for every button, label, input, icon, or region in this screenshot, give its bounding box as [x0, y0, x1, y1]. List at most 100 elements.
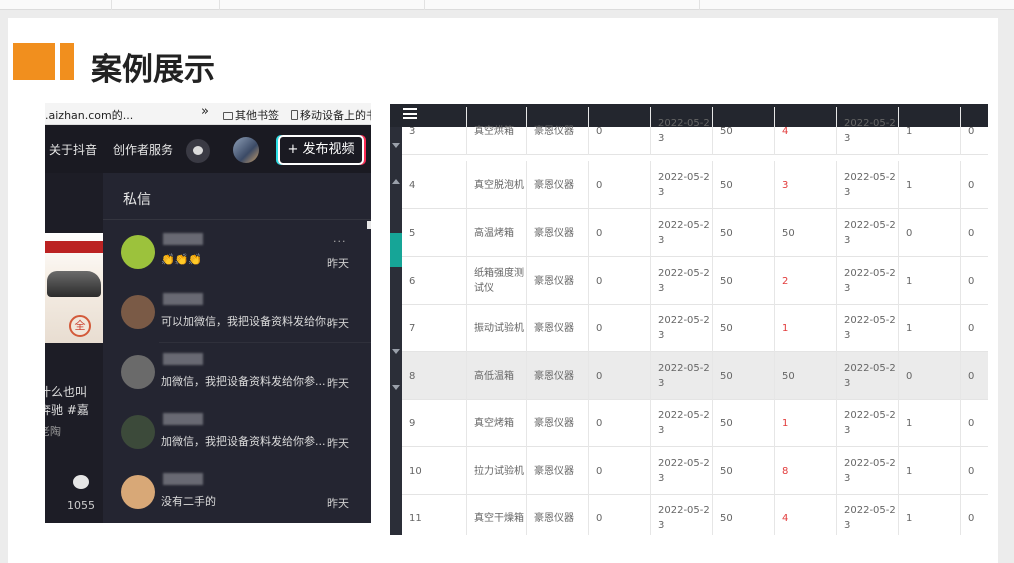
table-cell-date2: 2022-05-23: [837, 447, 899, 495]
comment-icon[interactable]: [73, 475, 89, 489]
chevron-down-icon[interactable]: [392, 143, 400, 148]
cell-text: 50: [720, 322, 733, 334]
cell-text: 2022-05-23: [658, 118, 710, 144]
cell-text: 1: [906, 322, 913, 334]
table-cell-c5: 0: [961, 447, 988, 495]
table-cell-c3: 4: [775, 494, 837, 535]
coin-badge: 全: [69, 315, 91, 337]
table-cell-c4: 1: [899, 161, 961, 209]
table-row[interactable]: 7 振动试验机 豪恩仪器 0 2022-05-23 50 1 2022-05-23 1 0: [402, 304, 988, 352]
table-cell-id: 7: [402, 304, 467, 352]
cell-text: 0: [596, 179, 603, 191]
bookmark-mobile[interactable]: 移动设备上的书: [291, 107, 371, 123]
table-cell-date: 2022-05-23: [651, 161, 713, 209]
bookmark-other[interactable]: 其他书签: [223, 107, 279, 123]
table-cell-c3: 1: [775, 399, 837, 447]
cell-text: 0: [968, 370, 975, 382]
video-preview[interactable]: 全 什么也叫 奔驰 #嘉 老陶 1055: [45, 173, 103, 523]
table-row[interactable]: 3 真空烘箱 豪恩仪器 0 2022-05-23 50 4 2022-05-23 1 0: [402, 107, 988, 155]
chevron-right-icon[interactable]: »: [201, 104, 209, 119]
cell-text: 2022-05-23: [844, 363, 896, 389]
table-row[interactable]: 4 真空脱泡机 豪恩仪器 0 2022-05-23 50 3 2022-05-23 1 0: [402, 161, 988, 209]
chevron-down-icon[interactable]: [392, 349, 400, 354]
more-icon[interactable]: ···: [333, 235, 347, 248]
table-cell-c3: 1: [775, 304, 837, 352]
bookmark-url[interactable]: .aizhan.com的...: [45, 107, 133, 123]
table-cell-date2: 2022-05-23: [837, 209, 899, 257]
table-cell-c3: 4: [775, 107, 837, 155]
dm-message: 加微信，我把设备资料发给你参...: [161, 435, 326, 448]
cell-text: 0: [968, 275, 975, 287]
nav-about[interactable]: 关于抖音: [49, 141, 97, 158]
table-row[interactable]: 5 高温烤箱 豪恩仪器 0 2022-05-23 50 50 2022-05-23 0 0: [402, 209, 988, 257]
dm-item[interactable]: 加微信，我把设备资料发给你参... 昨天: [103, 403, 371, 463]
table-row[interactable]: 8 高低温箱 豪恩仪器 0 2022-05-23 50 50 2022-05-23 0 0: [402, 352, 988, 400]
nav-creator-service[interactable]: 创作者服务: [113, 141, 173, 158]
table-cell-c4: 0: [899, 352, 961, 400]
publish-video-button[interactable]: + 发布视频: [278, 135, 364, 165]
cell-text: 2022-05-23: [658, 363, 710, 389]
dm-item[interactable]: ··· 👏👏👏 昨天: [103, 223, 371, 283]
cell-text: 纸箱强度测试仪: [474, 268, 524, 294]
top-strip: [0, 0, 1014, 10]
table-cell-c2: 50: [713, 447, 775, 495]
bookmark-bar: .aizhan.com的... » 其他书签 移动设备上的书: [45, 103, 371, 125]
chevron-down-icon[interactable]: [392, 385, 400, 390]
table-cell-c5: 0: [961, 161, 988, 209]
cell-text: 0: [968, 465, 975, 477]
dm-title: 私信: [123, 192, 151, 208]
table-cell-c2: 50: [713, 352, 775, 400]
table-cell-name: 拉力试验机: [467, 447, 527, 495]
sidebar-active-item[interactable]: [390, 233, 402, 267]
cell-text: 11: [409, 512, 422, 524]
table-cell-name: 真空烤箱: [467, 399, 527, 447]
cell-text: 8: [409, 370, 416, 382]
cell-text: 50: [720, 370, 733, 382]
cell-text: 0: [968, 417, 975, 429]
dm-message: 可以加微信，我把设备资料发给你...: [161, 315, 337, 328]
cell-text: 4: [782, 125, 789, 137]
cell-text: 2022-05-23: [658, 505, 710, 531]
cell-text: 高低温箱: [474, 370, 514, 382]
contact-name-blurred: [163, 473, 203, 485]
cell-text: 0: [596, 370, 603, 382]
table-cell-c5: 0: [961, 352, 988, 400]
table-cell-c2: 50: [713, 161, 775, 209]
cell-text: 1: [906, 512, 913, 524]
cell-text: 2022-05-23: [658, 268, 710, 294]
table-row[interactable]: 6 纸箱强度测试仪 豪恩仪器 0 2022-05-23 50 2 2022-05-23 1 0: [402, 257, 988, 305]
table-row[interactable]: 9 真空烤箱 豪恩仪器 0 2022-05-23 50 1 2022-05-23 1 0: [402, 399, 988, 447]
table-cell-c3: 3: [775, 161, 837, 209]
avatar[interactable]: [233, 137, 259, 163]
table-cell-c1: 0: [589, 161, 651, 209]
phone-icon: [291, 110, 298, 120]
message-icon[interactable]: [186, 139, 210, 163]
table-cell-c4: 1: [899, 304, 961, 352]
dm-item[interactable]: 可以加微信，我把设备资料发给你... 昨天: [103, 283, 371, 343]
table-row[interactable]: 10 拉力试验机 豪恩仪器 0 2022-05-23 50 8 2022-05-23 1 0: [402, 447, 988, 495]
cell-text: 豪恩仪器: [534, 370, 574, 382]
table-cell-name: 真空烘箱: [467, 107, 527, 155]
dm-message: 没有二手的: [161, 495, 216, 508]
cell-text: 振动试验机: [474, 322, 524, 334]
cell-text: 0: [968, 179, 975, 191]
dm-item[interactable]: 加微信，我把设备资料发给你参... 昨天: [103, 343, 371, 403]
contact-name-blurred: [163, 233, 203, 245]
avatar: [121, 355, 155, 389]
table-cell-brand: 豪恩仪器: [527, 304, 589, 352]
dm-item[interactable]: 没有二手的 昨天: [103, 463, 371, 523]
cell-text: 50: [720, 275, 733, 287]
cell-text: 0: [968, 227, 975, 239]
cell-text: 2: [782, 275, 789, 287]
cell-text: 豪恩仪器: [534, 179, 574, 191]
douyin-nav: 关于抖音 创作者服务 + 发布视频: [45, 125, 371, 173]
cell-text: 1: [906, 465, 913, 477]
table-row[interactable]: 11 真空干燥箱 豪恩仪器 0 2022-05-23 50 4 2022-05-23 1 0: [402, 494, 988, 535]
table-cell-name: 真空脱泡机: [467, 161, 527, 209]
cell-text: 豪恩仪器: [534, 465, 574, 477]
table-cell-id: 9: [402, 399, 467, 447]
cell-text: 50: [720, 465, 733, 477]
table-cell-brand: 豪恩仪器: [527, 352, 589, 400]
chevron-up-icon[interactable]: [392, 179, 400, 184]
cell-text: 7: [409, 322, 416, 334]
